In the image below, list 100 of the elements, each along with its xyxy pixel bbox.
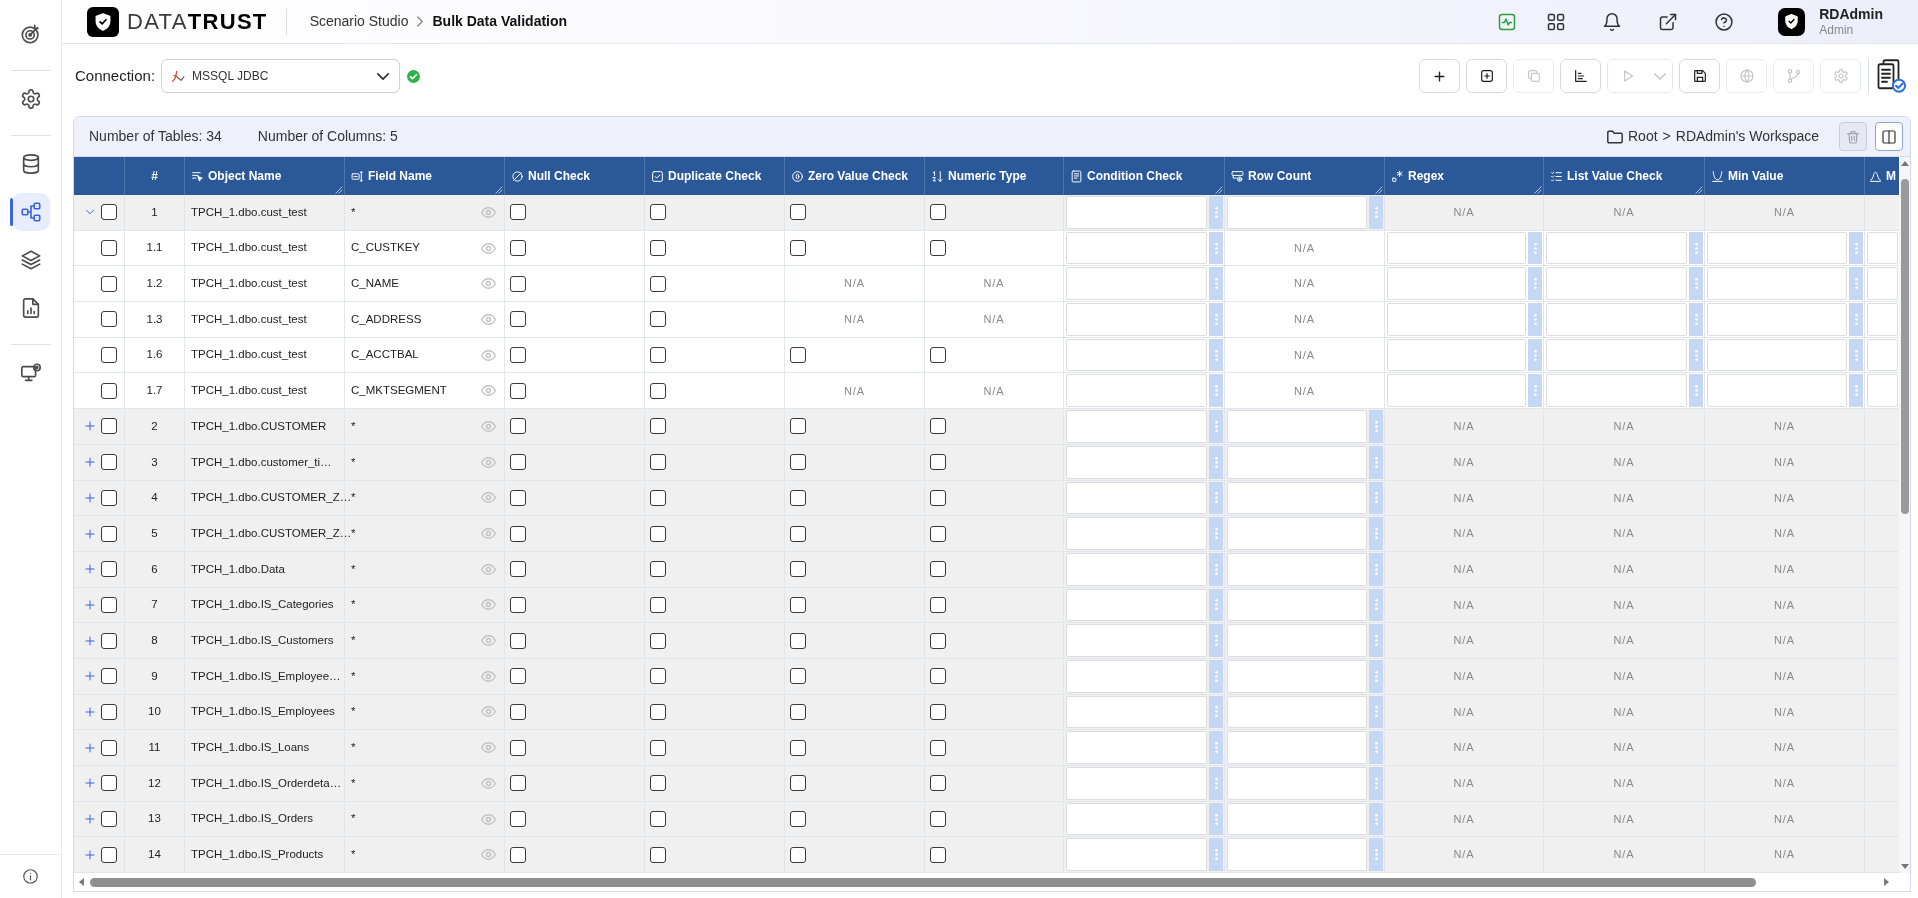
input-field[interactable]: [1387, 374, 1526, 408]
input-field[interactable]: [1227, 695, 1367, 729]
checkbox[interactable]: [790, 703, 806, 720]
more-button[interactable]: [1689, 374, 1703, 408]
checkbox[interactable]: [650, 418, 666, 435]
checkbox[interactable]: [790, 596, 806, 613]
grid-icon[interactable]: [1546, 11, 1567, 32]
plus-icon[interactable]: [84, 813, 96, 826]
eye-icon[interactable]: [481, 528, 496, 540]
checkbox[interactable]: [101, 275, 117, 292]
avatar-icon[interactable]: [1778, 7, 1806, 36]
eye-icon[interactable]: [481, 420, 496, 432]
more-button[interactable]: [1528, 338, 1542, 372]
checkbox[interactable]: [650, 275, 666, 292]
input-field[interactable]: [1066, 196, 1207, 229]
checkbox[interactable]: [101, 561, 117, 578]
checkbox[interactable]: [510, 418, 526, 435]
checkbox[interactable]: [510, 240, 526, 257]
checkbox[interactable]: [510, 668, 526, 685]
checkbox[interactable]: [790, 668, 806, 685]
input-field[interactable]: [1867, 267, 1898, 301]
input-field[interactable]: [1867, 303, 1898, 336]
checkbox[interactable]: [101, 668, 117, 685]
checkbox[interactable]: [790, 846, 806, 863]
input-field[interactable]: [1227, 410, 1367, 443]
checkbox[interactable]: [930, 703, 946, 720]
more-button[interactable]: [1689, 231, 1703, 265]
resize-grip-icon[interactable]: [1215, 186, 1223, 194]
chart-button[interactable]: [1560, 59, 1601, 93]
input-field[interactable]: [1066, 267, 1207, 301]
more-button[interactable]: [1849, 267, 1863, 301]
checkbox[interactable]: [510, 454, 526, 471]
eye-icon[interactable]: [481, 349, 496, 361]
checkbox[interactable]: [790, 347, 806, 364]
checkbox[interactable]: [650, 775, 666, 792]
plus-icon[interactable]: [84, 420, 96, 433]
checkbox[interactable]: [650, 596, 666, 613]
checkbox[interactable]: [650, 454, 666, 471]
checkbox[interactable]: [650, 632, 666, 649]
input-field[interactable]: [1387, 303, 1526, 336]
more-button[interactable]: [1528, 374, 1542, 408]
input-field[interactable]: [1387, 231, 1526, 265]
breadcrumb-link[interactable]: Root: [1628, 126, 1658, 147]
resize-grip-icon[interactable]: [1534, 186, 1542, 194]
input-field[interactable]: [1066, 659, 1207, 693]
checkbox[interactable]: [101, 489, 117, 506]
checkbox[interactable]: [101, 846, 117, 863]
more-button[interactable]: [1209, 338, 1223, 372]
checkbox[interactable]: [510, 775, 526, 792]
checkbox[interactable]: [510, 204, 526, 221]
input-field[interactable]: [1227, 838, 1367, 872]
plus-icon[interactable]: [84, 563, 96, 576]
plus-icon[interactable]: [84, 634, 96, 647]
input-field[interactable]: [1066, 624, 1207, 657]
input-field[interactable]: [1066, 517, 1207, 550]
input-field[interactable]: [1066, 695, 1207, 729]
add-box-button[interactable]: [1466, 59, 1507, 93]
eye-icon[interactable]: [481, 563, 496, 575]
checkbox[interactable]: [650, 347, 666, 364]
checkbox[interactable]: [790, 454, 806, 471]
input-field[interactable]: [1707, 231, 1847, 265]
checkbox[interactable]: [510, 275, 526, 292]
checkbox[interactable]: [510, 632, 526, 649]
eye-icon[interactable]: [481, 599, 496, 611]
input-field[interactable]: [1227, 659, 1367, 693]
checkbox[interactable]: [930, 240, 946, 257]
eye-icon[interactable]: [481, 385, 496, 397]
plus-icon[interactable]: [84, 456, 96, 469]
more-button[interactable]: [1209, 374, 1223, 408]
input-field[interactable]: [1707, 267, 1847, 301]
checkbox[interactable]: [790, 632, 806, 649]
plus-icon[interactable]: [84, 598, 96, 611]
more-button[interactable]: [1849, 231, 1863, 265]
input-field[interactable]: [1546, 374, 1687, 408]
checkbox[interactable]: [101, 204, 117, 221]
input-field[interactable]: [1066, 552, 1207, 586]
plus-icon[interactable]: [84, 527, 96, 540]
sidebar-item[interactable]: [11, 193, 50, 231]
split-view-button[interactable]: [1875, 122, 1903, 151]
input-field[interactable]: [1227, 552, 1367, 586]
bell-icon[interactable]: [1602, 11, 1623, 32]
checkbox[interactable]: [930, 204, 946, 221]
input-field[interactable]: [1707, 338, 1847, 372]
plus-icon[interactable]: [84, 670, 96, 683]
input-field[interactable]: [1867, 338, 1898, 372]
more-button[interactable]: [1209, 231, 1223, 265]
checkbox[interactable]: [930, 811, 946, 828]
checkbox[interactable]: [790, 240, 806, 257]
checkbox[interactable]: [510, 525, 526, 542]
input-field[interactable]: [1066, 445, 1207, 479]
input-field[interactable]: [1066, 338, 1207, 372]
checkbox[interactable]: [101, 454, 117, 471]
more-button[interactable]: [1689, 338, 1703, 372]
input-field[interactable]: [1867, 374, 1898, 408]
add-button[interactable]: [1419, 59, 1460, 93]
eye-icon[interactable]: [481, 849, 496, 861]
checkbox[interactable]: [650, 561, 666, 578]
checkbox[interactable]: [510, 739, 526, 756]
help-icon[interactable]: [1714, 11, 1735, 32]
checkbox[interactable]: [650, 311, 666, 328]
